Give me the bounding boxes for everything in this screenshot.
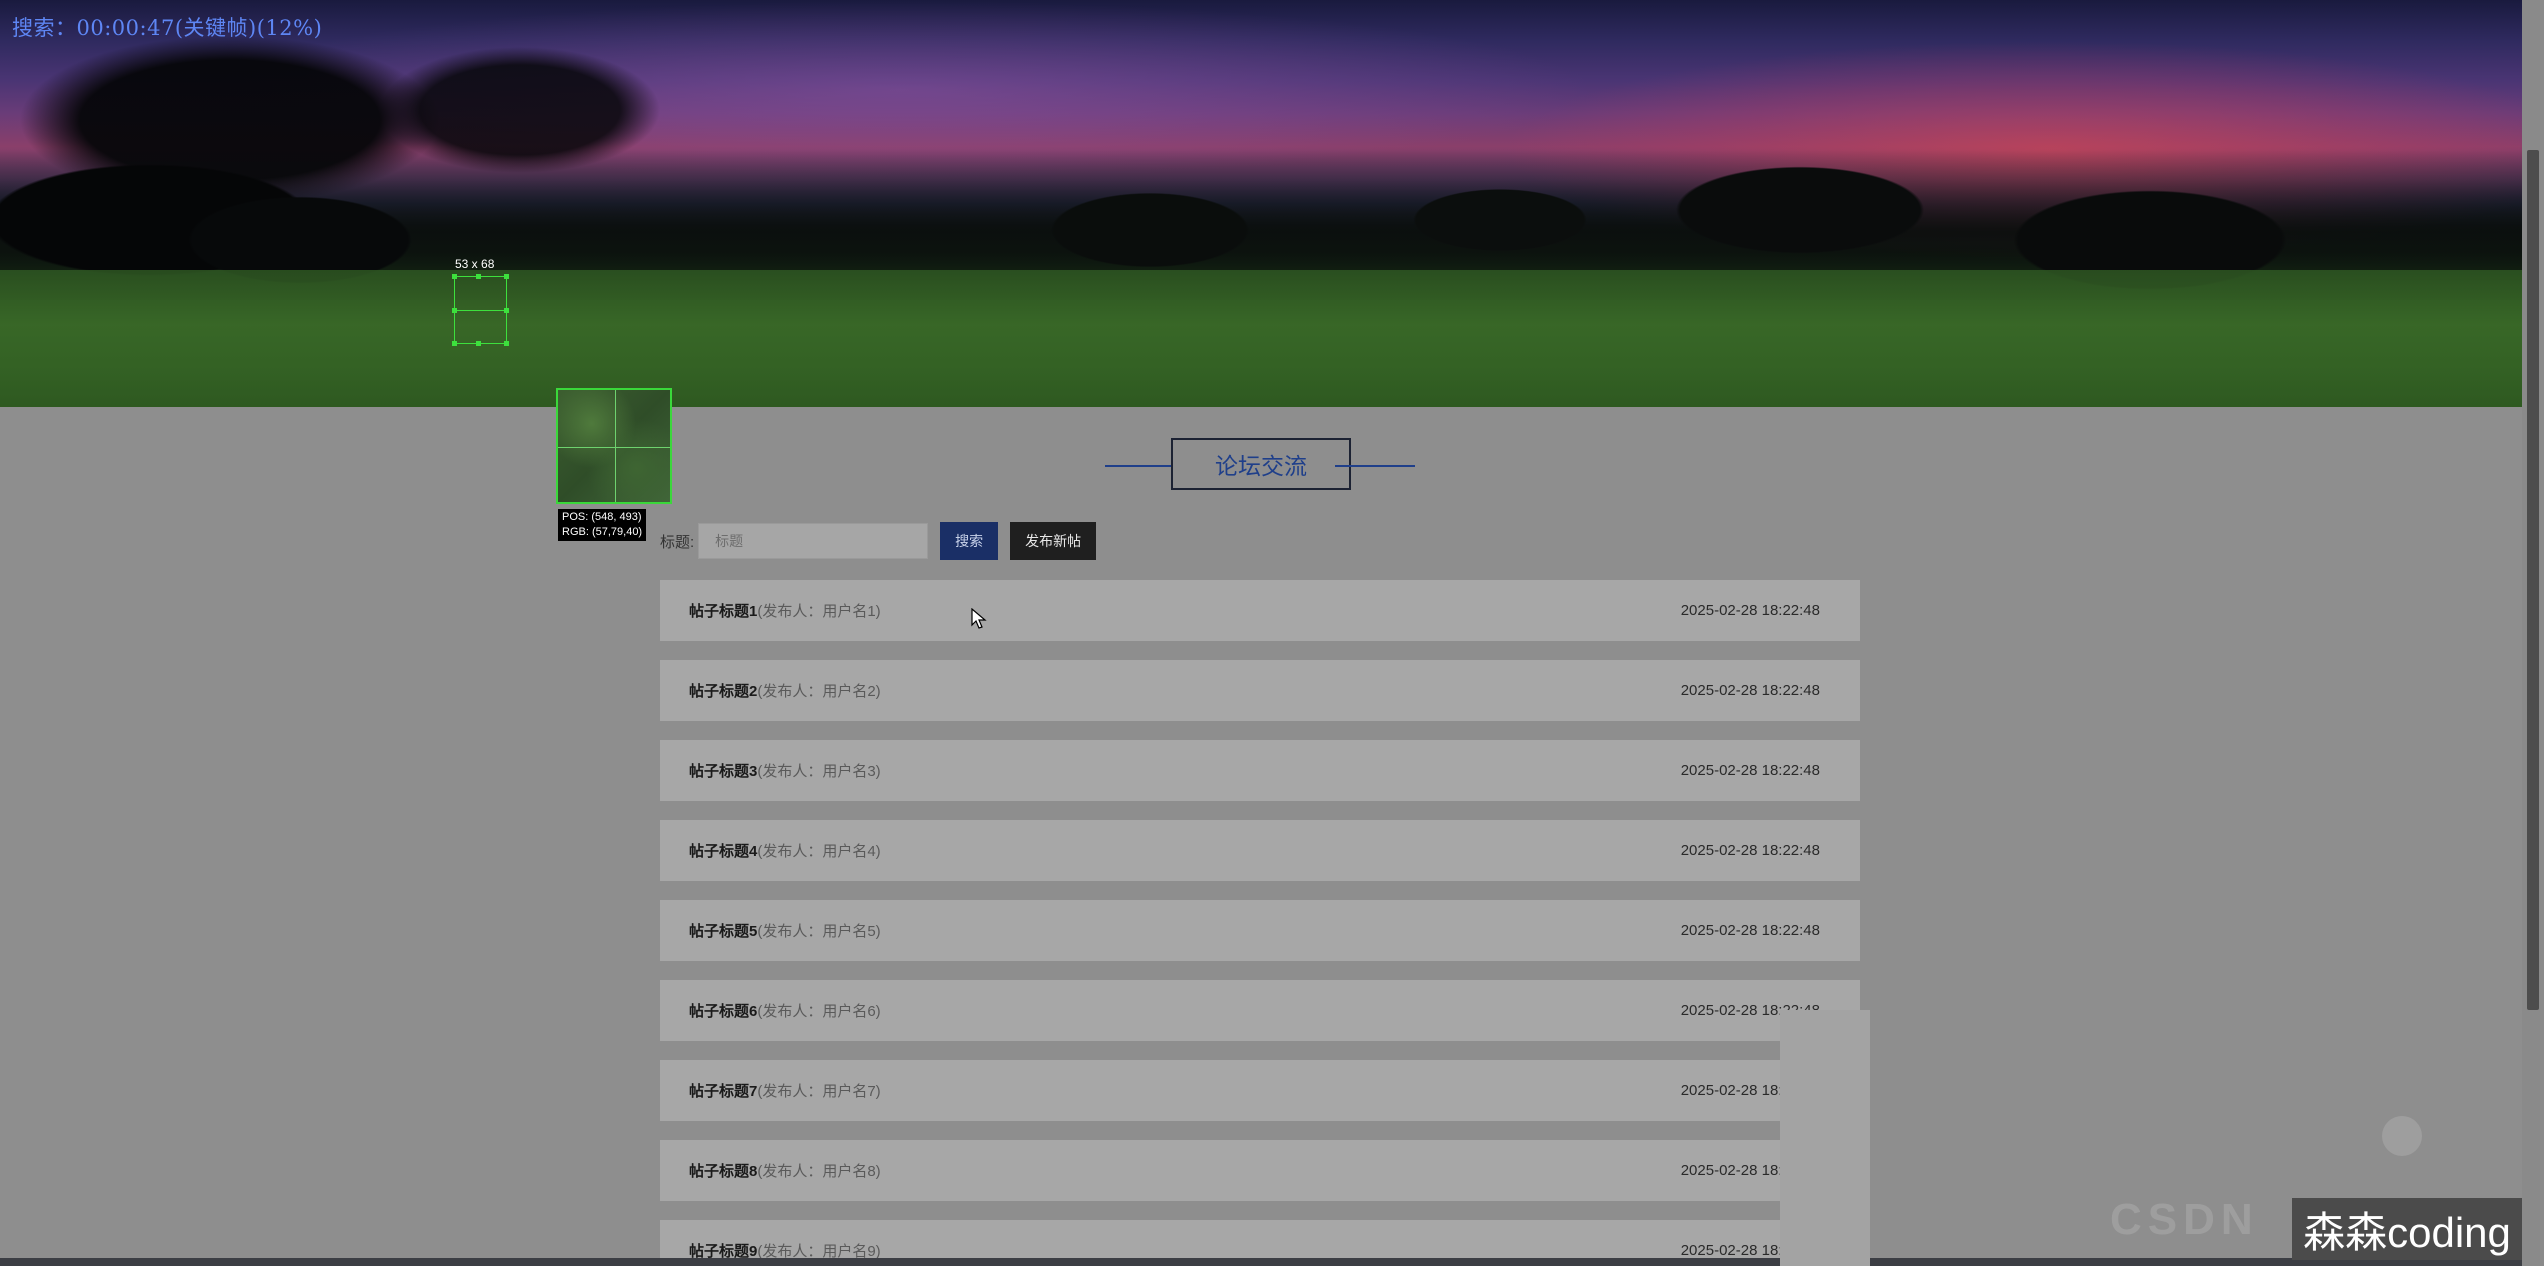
pos-readout: POS: (548, 493) <box>562 511 642 523</box>
post-author: (发布人：用户名4) <box>757 843 881 860</box>
section-title: 论坛交流 <box>1171 438 1351 490</box>
post-title[interactable]: 帖子标题2 <box>689 680 757 701</box>
post-date: 2025-02-28 18:22:48 <box>1680 922 1820 939</box>
author-watermark: 森森coding <box>2292 1198 2522 1260</box>
post-date: 2025-02-28 18:22:48 <box>1680 682 1820 699</box>
post-row[interactable]: 帖子标题3 (发布人：用户名3) 2025-02-28 18:22:48 <box>660 740 1860 801</box>
bottom-taskbar-strip <box>0 1258 2522 1266</box>
post-title[interactable]: 帖子标题8 <box>689 1160 757 1181</box>
magnifier-info: POS: (548, 493) RGB: (57,79,40) <box>558 509 647 541</box>
post-title[interactable]: 帖子标题4 <box>689 840 757 861</box>
title-left-line <box>1105 465 1171 467</box>
post-author: (发布人：用户名5) <box>757 923 881 940</box>
post-row[interactable]: 帖子标题6 (发布人：用户名6) 2025-02-28 18:22:48 <box>660 980 1860 1041</box>
search-bar: 标题: 搜索 发布新帖 <box>660 522 1097 560</box>
vertical-scrollbar[interactable] <box>2522 0 2544 1266</box>
post-title[interactable]: 帖子标题1 <box>689 600 757 621</box>
page: 搜索：00:00:47(关键帧)(12%) 53 x 68 POS: (548,… <box>0 0 2544 1266</box>
post-title[interactable]: 帖子标题5 <box>689 920 757 941</box>
search-label: 标题: <box>660 533 695 551</box>
post-list: 帖子标题1 (发布人：用户名1) 2025-02-28 18:22:48 帖子标… <box>660 580 1860 1266</box>
section-header: 论坛交流 <box>1105 438 1415 494</box>
post-date: 2025-02-28 18:22:48 <box>1680 602 1820 619</box>
hero-banner-image <box>0 0 2522 407</box>
post-row[interactable]: 帖子标题1 (发布人：用户名1) 2025-02-28 18:22:48 <box>660 580 1860 641</box>
post-author: (发布人：用户名6) <box>757 1003 881 1020</box>
post-row[interactable]: 帖子标题4 (发布人：用户名4) 2025-02-28 18:22:48 <box>660 820 1860 881</box>
magnifier-loupe <box>556 388 672 504</box>
post-author: (发布人：用户名8) <box>757 1163 881 1180</box>
post-row[interactable]: 帖子标题2 (发布人：用户名2) 2025-02-28 18:22:48 <box>660 660 1860 721</box>
title-search-input[interactable] <box>698 523 929 559</box>
post-title[interactable]: 帖子标题6 <box>689 1000 757 1021</box>
post-date: 2025-02-28 18:22:48 <box>1680 842 1820 859</box>
scrollbar-thumb[interactable] <box>2527 150 2539 1010</box>
recorder-status-text: 搜索：00:00:47(关键帧)(12%) <box>12 16 323 40</box>
faint-circle-icon <box>2382 1116 2422 1156</box>
title-right-line <box>1335 465 1415 467</box>
post-row[interactable]: 帖子标题7 (发布人：用户名7) 2025-02-28 18:22:48 <box>660 1060 1860 1121</box>
mouse-cursor-icon <box>971 608 987 629</box>
new-post-button[interactable]: 发布新帖 <box>1010 522 1097 560</box>
post-row[interactable]: 帖子标题8 (发布人：用户名8) 2025-02-28 18:22:48 <box>660 1140 1860 1201</box>
rgb-readout: RGB: (57,79,40) <box>562 526 643 538</box>
blurred-overlay <box>1780 1010 1870 1266</box>
post-title[interactable]: 帖子标题7 <box>689 1080 757 1101</box>
measure-selection-box[interactable] <box>452 274 509 346</box>
post-title[interactable]: 帖子标题3 <box>689 760 757 781</box>
search-button[interactable]: 搜索 <box>940 522 999 560</box>
post-date: 2025-02-28 18:22:48 <box>1680 762 1820 779</box>
post-author: (发布人：用户名1) <box>757 603 881 620</box>
post-author: (发布人：用户名3) <box>757 763 881 780</box>
measure-size-label: 53 x 68 <box>455 257 495 271</box>
post-author: (发布人：用户名2) <box>757 683 881 700</box>
post-author: (发布人：用户名7) <box>757 1083 881 1100</box>
post-row[interactable]: 帖子标题5 (发布人：用户名5) 2025-02-28 18:22:48 <box>660 900 1860 961</box>
faint-csdn-watermark: CSDN <box>2110 1195 2259 1244</box>
